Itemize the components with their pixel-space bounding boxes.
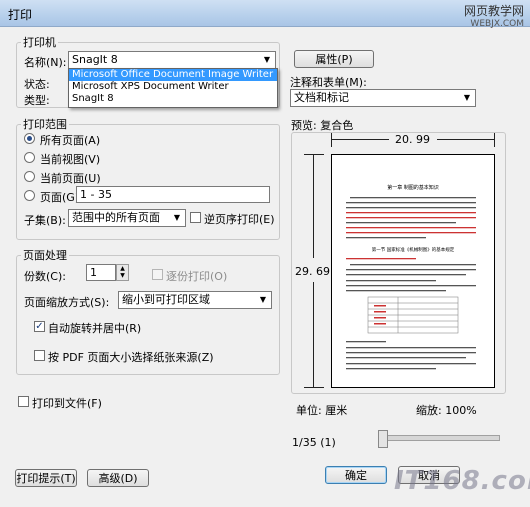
chevron-down-icon[interactable]: ▼ xyxy=(461,91,473,105)
printer-status-label: 状态: xyxy=(24,78,50,91)
doc-title: 第一章 制图的基本知识 xyxy=(387,184,439,191)
watermark-line1: 网页教学网 xyxy=(463,4,524,18)
advanced-button[interactable]: 高级(D) xyxy=(87,469,149,487)
pdf-size-checkbox[interactable] xyxy=(34,350,45,361)
chevron-down-icon[interactable]: ▼ xyxy=(257,293,269,307)
print-tips-button[interactable]: 打印提示(T) xyxy=(15,469,77,487)
radio-current-view[interactable] xyxy=(24,152,35,163)
printer-option[interactable]: SnagIt 8 xyxy=(69,93,277,105)
ok-button[interactable]: 确定 xyxy=(325,466,387,484)
print-range-label: 打印范围 xyxy=(23,118,67,131)
printer-dropdown-list: Microsoft Office Document Image Writer M… xyxy=(68,68,278,108)
radio-current-page-label: 当前页面(U) xyxy=(40,172,101,185)
chevron-down-icon[interactable]: ▼ xyxy=(261,53,273,67)
radio-current-page[interactable] xyxy=(24,171,35,182)
pages-input[interactable]: 1 - 35 xyxy=(76,186,270,203)
printer-group-label: 打印机 xyxy=(23,36,56,49)
annotations-value: 文档和标记 xyxy=(294,91,349,104)
title-bar: 打印 xyxy=(0,0,530,27)
subset-value: 范围中的所有页面 xyxy=(72,211,160,224)
collate-checkbox[interactable] xyxy=(152,269,163,280)
printer-option[interactable]: Microsoft XPS Document Writer xyxy=(69,81,277,93)
radio-all-pages-label: 所有页面(A) xyxy=(40,134,101,147)
printer-name-label: 名称(N): xyxy=(24,56,67,69)
page-counter: 1/35 (1) xyxy=(292,436,336,449)
scaling-value: 缩小到可打印区域 xyxy=(122,293,210,306)
copies-spinner[interactable]: ▲ ▼ xyxy=(116,264,129,281)
subset-select[interactable]: 范围中的所有页面 ▼ xyxy=(68,209,186,227)
height-tick-top xyxy=(304,154,324,155)
pdf-size-label: 按 PDF 页面大小选择纸张来源(Z) xyxy=(48,351,214,364)
preview-slider-thumb[interactable] xyxy=(378,430,388,448)
scaling-select[interactable]: 缩小到可打印区域 ▼ xyxy=(118,291,272,309)
watermark: 网页教学网 WEBJX.COM xyxy=(463,4,524,30)
auto-rotate-label: 自动旋转并居中(R) xyxy=(48,322,142,335)
watermark-line2: WEBJX.COM xyxy=(470,19,524,29)
printer-option[interactable]: Microsoft Office Document Image Writer xyxy=(69,69,277,81)
scaling-label: 页面缩放方式(S): xyxy=(24,296,110,309)
radio-current-view-label: 当前视图(V) xyxy=(40,153,101,166)
spin-up-icon[interactable]: ▲ xyxy=(117,265,128,272)
window-title: 打印 xyxy=(8,8,33,22)
auto-rotate-checkbox[interactable]: ✓ xyxy=(34,321,45,332)
doc-section: 第一节 国家标准《机械制图》的基本规定 xyxy=(372,246,455,253)
preview-page: 第一章 制图的基本知识 第一节 国家标准《机械制图》的基本规定 xyxy=(331,154,495,388)
site-logo: IT168.com xyxy=(394,466,530,496)
zoom-label: 缩放: 100% xyxy=(416,404,477,417)
height-tick-bottom xyxy=(304,387,324,388)
height-dim-line xyxy=(313,154,314,258)
properties-button[interactable]: 属性(P) xyxy=(294,50,374,68)
printer-type-label: 类型: xyxy=(24,94,50,107)
radio-all-pages[interactable] xyxy=(24,133,35,144)
preview-label: 预览: 复合色 xyxy=(291,119,354,132)
width-dim-line xyxy=(437,139,495,140)
chevron-down-icon[interactable]: ▼ xyxy=(171,211,183,225)
copies-input[interactable]: 1 xyxy=(86,264,116,281)
collate-label: 逐份打印(O) xyxy=(166,270,228,283)
page-handling-label: 页面处理 xyxy=(23,249,67,262)
width-tick-left xyxy=(331,133,332,147)
reverse-order-checkbox[interactable] xyxy=(190,212,201,223)
radio-pages-label: 页面(G) xyxy=(40,191,80,204)
printer-name-value: SnagIt 8 xyxy=(72,53,118,66)
annotations-select[interactable]: 文档和标记 ▼ xyxy=(290,89,476,107)
printer-name-select[interactable]: SnagIt 8 ▼ xyxy=(68,51,276,69)
print-to-file-checkbox[interactable] xyxy=(18,396,29,407)
preview-page-content: 第一章 制图的基本知识 第一节 国家标准《机械制图》的基本规定 xyxy=(346,184,476,370)
print-to-file-label: 打印到文件(F) xyxy=(32,397,102,410)
preview-height: 29. 69 xyxy=(295,265,330,278)
copies-label: 份数(C): xyxy=(24,270,66,283)
preview-slider-track[interactable] xyxy=(380,435,500,441)
subset-label: 子集(B): xyxy=(24,214,66,227)
width-tick-right xyxy=(494,133,495,147)
width-dim-line xyxy=(331,139,389,140)
reverse-order-label: 逆页序打印(E) xyxy=(204,213,275,226)
units-label: 单位: 厘米 xyxy=(296,404,348,417)
height-dim-line xyxy=(313,282,314,387)
preview-width: 20. 99 xyxy=(395,133,430,146)
radio-pages[interactable] xyxy=(24,190,35,201)
annotations-label: 注释和表单(M): xyxy=(290,76,367,89)
spin-down-icon[interactable]: ▼ xyxy=(117,272,128,279)
